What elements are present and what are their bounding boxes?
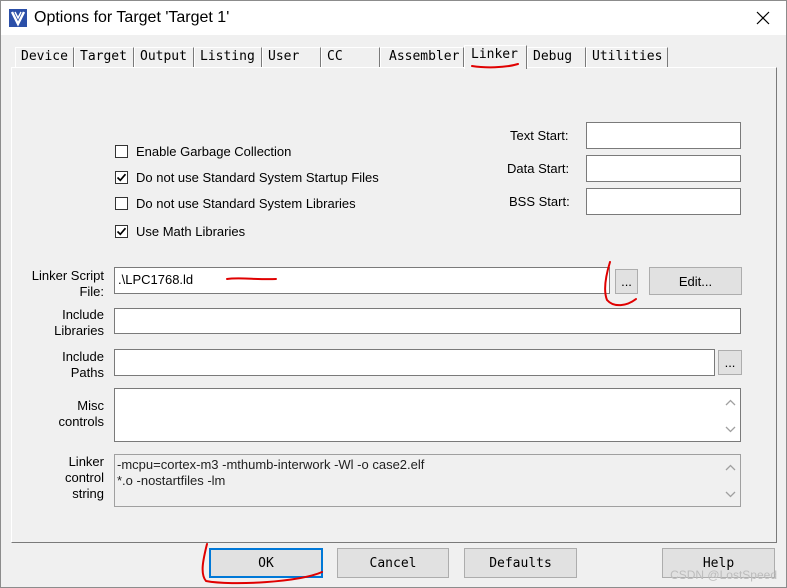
tab-user[interactable]: User bbox=[262, 47, 321, 67]
label-linker-script-file: Linker Script File: bbox=[31, 268, 104, 299]
checkbox-no-startup-files[interactable] bbox=[115, 171, 128, 184]
tab-utilities[interactable]: Utilities bbox=[586, 47, 668, 67]
check-icon bbox=[116, 227, 127, 236]
ok-button[interactable]: OK bbox=[209, 548, 323, 578]
browse-script-button[interactable]: ... bbox=[615, 269, 638, 294]
label-garbage-collection: Enable Garbage Collection bbox=[136, 144, 292, 159]
checkbox-math-libraries[interactable] bbox=[115, 225, 128, 238]
watermark: CSDN @LostSpeed bbox=[670, 568, 777, 582]
tab-listing[interactable]: Listing bbox=[194, 47, 262, 67]
cancel-button[interactable]: Cancel bbox=[337, 548, 449, 578]
label-math-libraries: Use Math Libraries bbox=[136, 224, 246, 239]
scroll-up-icon[interactable] bbox=[724, 398, 737, 407]
browse-paths-button[interactable]: ... bbox=[718, 350, 742, 375]
include-paths-input[interactable] bbox=[114, 349, 715, 376]
edit-script-button[interactable]: Edit... bbox=[649, 267, 742, 295]
bss-start-input[interactable] bbox=[586, 188, 741, 215]
label-no-std-libraries: Do not use Standard System Libraries bbox=[136, 196, 356, 211]
linker-panel: Enable Garbage Collection Do not use Sta… bbox=[11, 67, 777, 543]
misc-controls-textarea[interactable] bbox=[114, 388, 741, 442]
checkbox-garbage-collection[interactable] bbox=[115, 145, 128, 158]
tab-linker[interactable]: Linker bbox=[464, 45, 527, 69]
data-start-input[interactable] bbox=[586, 155, 741, 182]
label-data-start: Data Start: bbox=[507, 161, 570, 176]
label-bss-start: BSS Start: bbox=[509, 194, 570, 209]
window-title: Options for Target 'Target 1' bbox=[34, 9, 230, 26]
tab-device[interactable]: Device bbox=[15, 47, 74, 67]
text-start-input[interactable] bbox=[586, 122, 741, 149]
scroll-down-icon[interactable] bbox=[724, 425, 737, 434]
label-misc-controls: Misc controls bbox=[58, 398, 104, 429]
tab-debug[interactable]: Debug bbox=[527, 47, 586, 67]
label-linker-control-string: Linker control string bbox=[64, 454, 104, 501]
close-icon bbox=[756, 11, 770, 25]
checkbox-no-std-libraries[interactable] bbox=[115, 197, 128, 210]
title-bar: Options for Target 'Target 1' bbox=[1, 1, 786, 35]
label-text-start: Text Start: bbox=[510, 128, 569, 143]
options-dialog: Options for Target 'Target 1' Device Tar… bbox=[0, 0, 787, 588]
label-no-startup-files: Do not use Standard System Startup Files bbox=[136, 170, 379, 185]
scroll-up-icon[interactable] bbox=[724, 463, 737, 472]
close-button[interactable] bbox=[740, 1, 786, 35]
linker-script-input[interactable]: .\LPC1768.ld bbox=[114, 267, 610, 294]
tab-cc[interactable]: CC bbox=[321, 47, 380, 67]
tab-assembler[interactable]: Assembler bbox=[380, 47, 464, 67]
defaults-button[interactable]: Defaults bbox=[464, 548, 577, 578]
linker-control-string-textarea[interactable]: -mcpu=cortex-m3 -mthumb-interwork -Wl -o… bbox=[114, 454, 741, 507]
scroll-down-icon[interactable] bbox=[724, 490, 737, 499]
check-icon bbox=[116, 173, 127, 182]
label-include-paths: Include Paths bbox=[62, 349, 104, 380]
include-libraries-input[interactable] bbox=[114, 308, 741, 334]
tab-output[interactable]: Output bbox=[134, 47, 194, 67]
tab-target[interactable]: Target bbox=[74, 47, 134, 67]
label-include-libraries: Include Libraries bbox=[54, 307, 104, 338]
app-icon bbox=[9, 9, 27, 27]
